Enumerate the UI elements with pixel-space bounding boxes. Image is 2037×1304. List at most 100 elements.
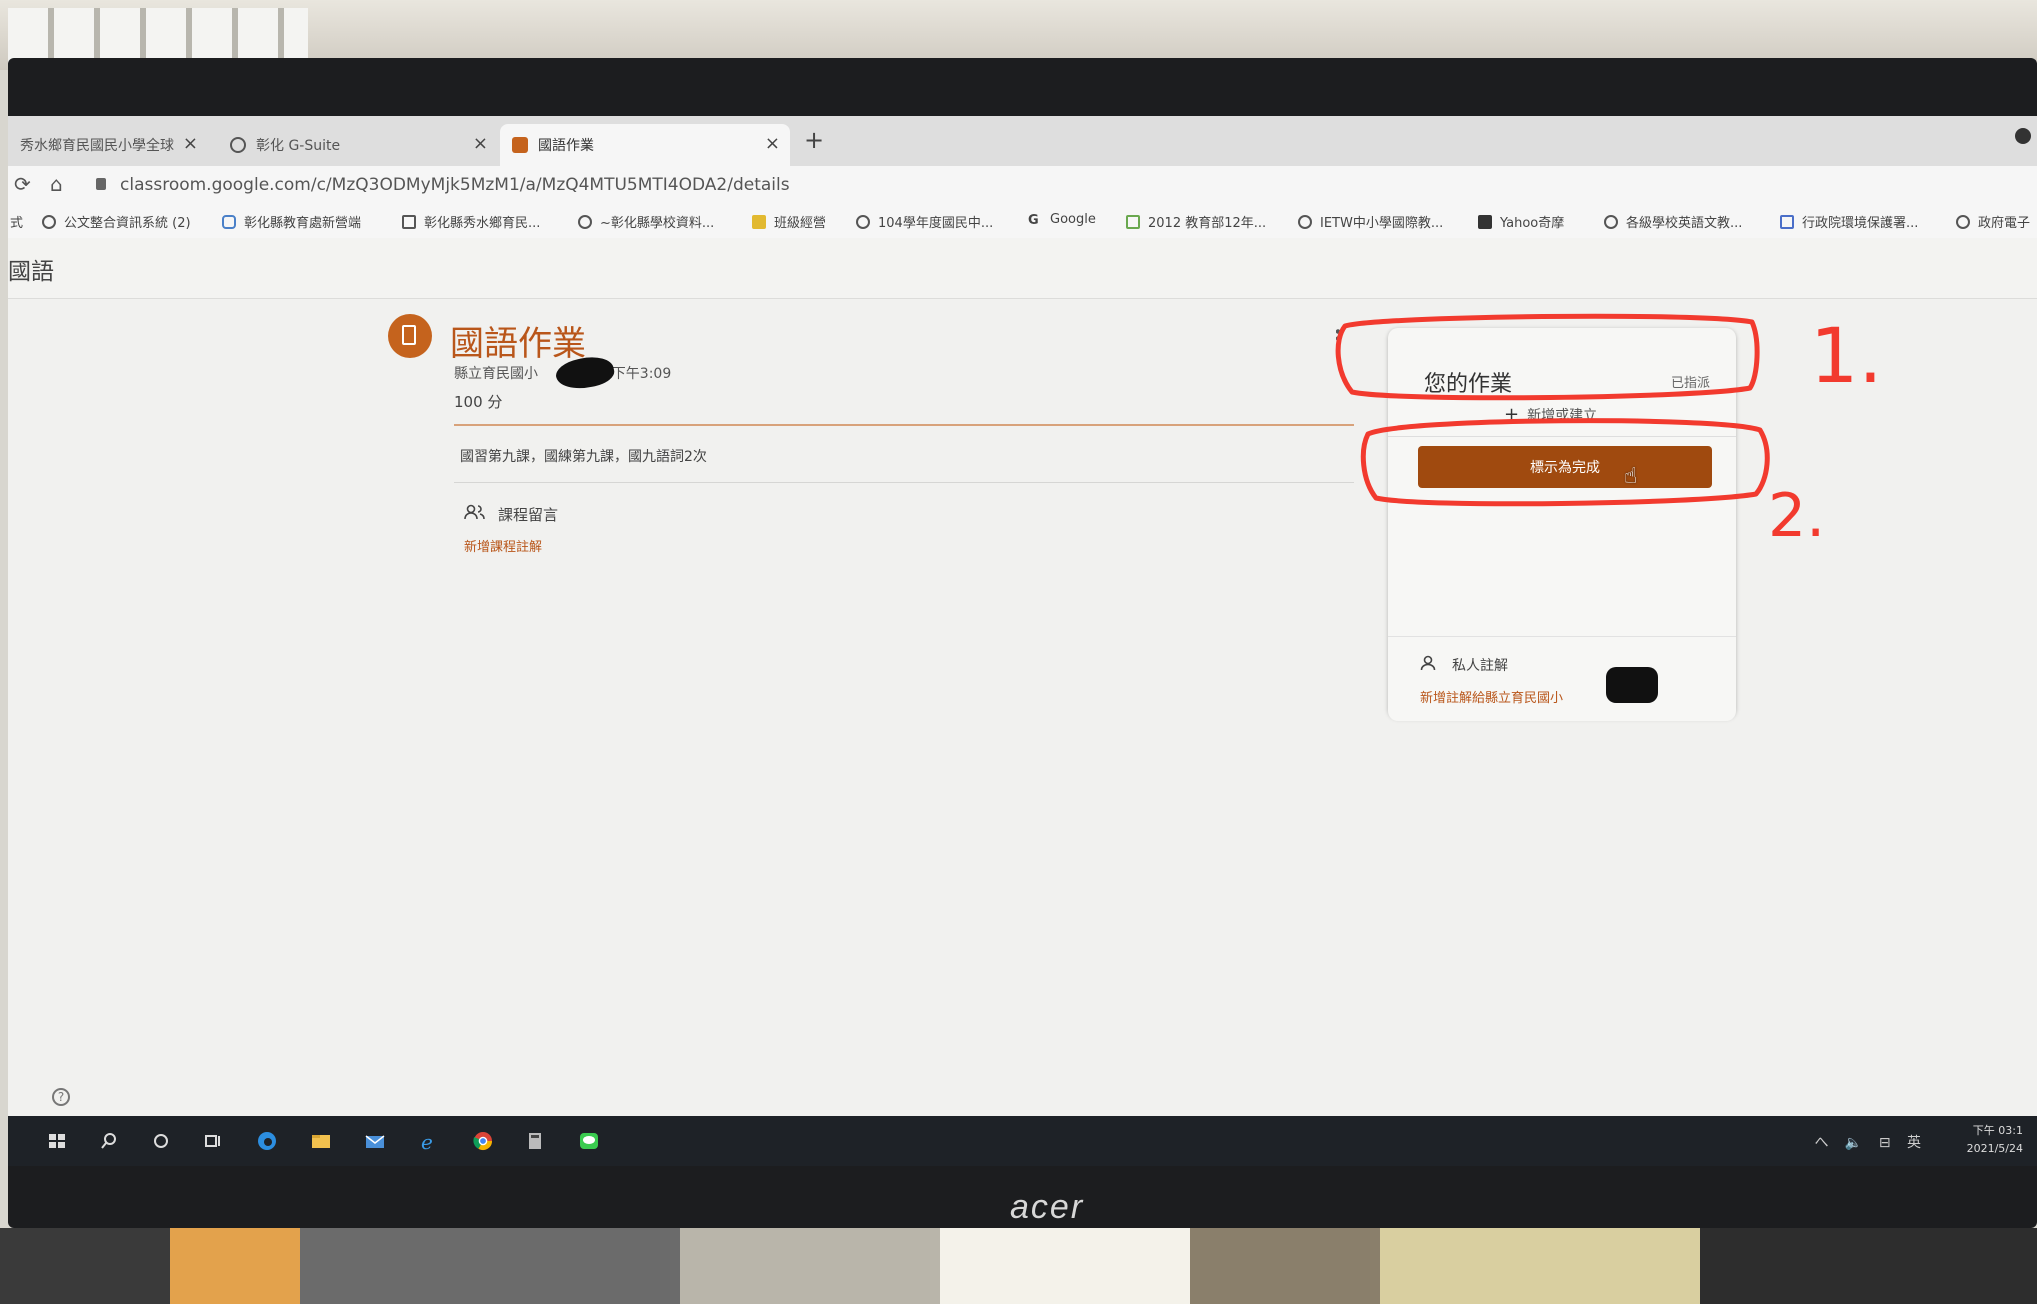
add-private-comment-link[interactable]: 新增註解給縣立育民國小 — [1420, 687, 1563, 706]
clock-date: 2021/5/24 — [1966, 1142, 2023, 1155]
bookmark-label: 104學年度國民中... — [878, 216, 994, 231]
close-tab-icon[interactable]: × — [183, 133, 198, 154]
assignment-description: 國習第九課，國練第九課，國九語詞2次 — [460, 449, 707, 465]
reload-icon[interactable]: ⟳ — [14, 172, 31, 196]
bookmark-item[interactable]: 彰化縣秀水鄉育民... — [402, 212, 540, 231]
globe-icon — [1298, 214, 1312, 229]
system-clock[interactable]: 下午 03:1 2021/5/24 — [1967, 1122, 2023, 1158]
add-class-comment-link[interactable]: 新增課程註解 — [464, 536, 542, 555]
browser-menu-icon[interactable] — [2015, 128, 2031, 144]
bookmark-item[interactable]: 各級學校英語文教... — [1604, 212, 1742, 231]
clock-time: 下午 03:1 — [1972, 1124, 2023, 1137]
globe-icon — [578, 214, 592, 229]
windows-taskbar: e へ 🔈 ⊟ 英 下午 03:1 2021/5/24 — [8, 1116, 2037, 1166]
add-or-create-label: 新增或建立 — [1527, 408, 1598, 424]
svg-text:e: e — [421, 1130, 433, 1154]
globe-icon — [856, 214, 870, 229]
plus-icon: + — [1504, 404, 1520, 425]
line-app-icon[interactable] — [576, 1128, 602, 1154]
cortana-icon[interactable] — [148, 1128, 174, 1154]
task-view-icon[interactable] — [200, 1128, 226, 1154]
bookmark-item[interactable]: 式 — [10, 212, 23, 231]
mail-icon[interactable] — [362, 1128, 388, 1154]
book-icon — [1126, 214, 1140, 229]
more-options-icon[interactable] — [1336, 328, 1340, 350]
bookmarks-bar: 式 公文整合資訊系統 (2) 彰化縣教育處新營端 彰化縣秀水鄉育民... ~彰化… — [8, 204, 2037, 239]
globe-icon — [230, 137, 246, 153]
globe-icon — [42, 214, 56, 229]
new-tab-button[interactable]: + — [804, 126, 824, 154]
bookmark-item[interactable]: IETW中小學國際教... — [1298, 212, 1443, 231]
lock-icon — [96, 178, 106, 190]
bookmark-item[interactable]: 行政院環境保護署... — [1780, 212, 1918, 231]
divider — [454, 482, 1354, 483]
address-bar[interactable]: classroom.google.com/c/MzQ3ODMyMjk5MzM1/… — [120, 175, 790, 195]
browser-tab-strip: 秀水鄉育民國民小學全球 × 彰化 G-Suite × 國語作業 × + — [8, 116, 2037, 166]
bookmark-label: 行政院環境保護署... — [1802, 216, 1919, 231]
bookmark-label: 公文整合資訊系統 (2) — [64, 216, 191, 231]
bookmark-label: 彰化縣教育處新營端 — [244, 216, 362, 231]
browser-toolbar: ⟳ ⌂ classroom.google.com/c/MzQ3ODMyMjk5M… — [8, 166, 2037, 204]
bookmark-item[interactable]: ~彰化縣學校資料... — [578, 212, 714, 231]
file-explorer-icon[interactable] — [308, 1128, 334, 1154]
class-comments-label: 課程留言 — [498, 506, 559, 524]
class-header: 國語 — [8, 238, 2037, 299]
search-icon[interactable] — [96, 1128, 122, 1154]
bookmark-label: Yahoo奇摩 — [1500, 216, 1565, 231]
globe-icon — [1604, 214, 1618, 229]
bookmark-label: ~彰化縣學校資料... — [600, 216, 715, 231]
folder-icon — [752, 214, 766, 229]
assignment-icon — [388, 314, 432, 358]
tab-school-site[interactable]: 秀水鄉育民國民小學全球 × — [8, 124, 208, 166]
divider — [1388, 436, 1736, 437]
assignment-author: 縣立育民國小 — [454, 366, 538, 382]
system-tray-icons[interactable]: へ 🔈 ⊟ 英 — [1814, 1132, 1927, 1152]
divider — [454, 424, 1354, 426]
bookmark-item[interactable]: 班級經營 — [752, 212, 826, 231]
bookmark-label: 式 — [10, 216, 24, 231]
tab-label: 秀水鄉育民國民小學全球 — [20, 138, 174, 154]
bookmark-item[interactable]: 公文整合資訊系統 (2) — [42, 212, 191, 231]
private-comments-card: 私人註解 新增註解給縣立育民國小 — [1388, 636, 1736, 721]
chrome-icon[interactable] — [470, 1128, 496, 1154]
bookmark-label: 2012 教育部12年... — [1148, 216, 1267, 231]
epa-icon — [1780, 214, 1794, 229]
private-comments-label: 私人註解 — [1452, 658, 1508, 674]
calculator-icon[interactable] — [522, 1128, 548, 1154]
tab-assignment[interactable]: 國語作業 × — [500, 124, 790, 166]
yahoo-icon — [1478, 214, 1492, 229]
edge-icon[interactable] — [254, 1128, 280, 1154]
globe-icon — [1956, 214, 1970, 229]
assignment-points: 100 分 — [454, 393, 503, 411]
bookmark-item[interactable]: 政府電子 — [1956, 212, 2030, 231]
mark-as-done-button[interactable]: 標示為完成 — [1418, 446, 1712, 488]
bookmark-item[interactable]: 104學年度國民中... — [856, 212, 993, 231]
screen: 秀水鄉育民國民小學全球 × 彰化 G-Suite × 國語作業 × + ⟳ ⌂ … — [8, 116, 2037, 1166]
status-badge: 已指派 — [1670, 376, 1710, 391]
hand-cursor-icon: ☝ — [1624, 464, 1638, 489]
class-name[interactable]: 國語 — [8, 252, 54, 286]
bookmark-label: Google — [1050, 212, 1096, 227]
home-icon[interactable]: ⌂ — [50, 172, 63, 196]
bookmark-label: IETW中小學國際教... — [1320, 216, 1444, 231]
bookmark-item[interactable]: 2012 教育部12年... — [1126, 212, 1266, 231]
add-or-create-button[interactable]: + 新增或建立 — [1504, 404, 1597, 425]
close-tab-icon[interactable]: × — [473, 133, 488, 154]
bookmark-item[interactable]: 彰化縣教育處新營端 — [222, 212, 361, 231]
help-icon[interactable]: ? — [52, 1088, 70, 1106]
bookmark-label: 班級經營 — [774, 216, 827, 231]
bookmark-label: 彰化縣秀水鄉育民... — [424, 216, 541, 231]
internet-explorer-icon[interactable]: e — [416, 1128, 442, 1154]
school-icon — [402, 214, 416, 229]
windows-start-icon[interactable] — [44, 1128, 70, 1154]
tab-gsuite[interactable]: 彰化 G-Suite × — [218, 124, 498, 166]
google-icon: G — [1028, 212, 1039, 228]
close-tab-icon[interactable]: × — [765, 133, 780, 154]
redaction-mark — [1606, 667, 1658, 703]
desk-items — [0, 1228, 2037, 1304]
bookmark-item[interactable]: G Google — [1028, 212, 1096, 228]
bookmark-item[interactable]: Yahoo奇摩 — [1478, 212, 1564, 231]
person-icon — [1420, 655, 1436, 671]
tab-label: 彰化 G-Suite — [256, 138, 341, 154]
people-icon — [464, 504, 485, 520]
